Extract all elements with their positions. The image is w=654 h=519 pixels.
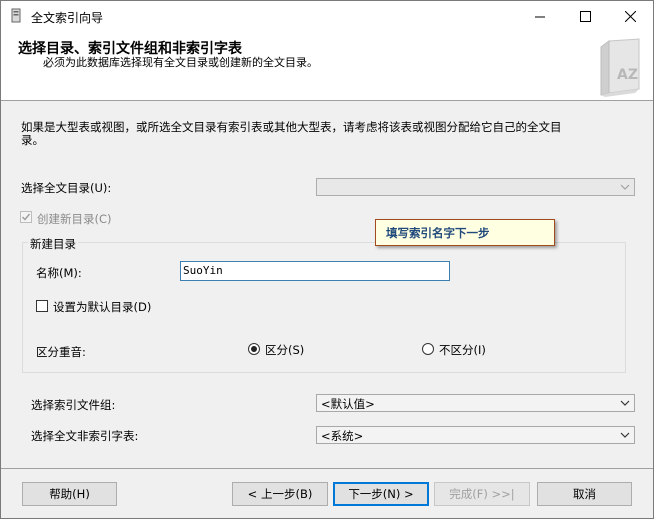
minimize-button[interactable] [518, 1, 563, 31]
close-icon [625, 10, 636, 22]
svg-text:AZ: AZ [617, 67, 638, 83]
default-catalog-label: 设置为默认目录(D) [53, 300, 152, 314]
maximize-icon [580, 10, 591, 22]
description-text: 如果是大型表或视图，或所选全文目录有索引表或其他大型表，请考虑将该表或视图分配给… [21, 120, 562, 147]
maximize-button[interactable] [563, 1, 608, 31]
help-button[interactable]: 帮助(H) [22, 482, 117, 506]
accent-insensitive-label: 不区分(I) [439, 343, 486, 357]
app-icon [11, 8, 21, 23]
cancel-button[interactable]: 取消 [537, 482, 632, 506]
wizard-window: 全文索引向导 选择目录、索引文件组和非索引字表 必须为此数据库选择现有全文目录或… [0, 0, 654, 519]
back-button[interactable]: < 上一步(B) [232, 482, 328, 506]
catalog-name-input[interactable]: SuoYin [180, 261, 450, 281]
checkmark-icon [21, 213, 31, 221]
page-subtitle: 必须为此数据库选择现有全文目录或创建新的全文目录。 [43, 56, 318, 69]
stoplist-label: 选择全文非索引字表: [31, 429, 139, 443]
finish-button[interactable]: 完成(F) >>| [434, 482, 530, 506]
name-label: 名称(M): [36, 266, 82, 280]
catalog-label: 选择全文目录(U): [21, 181, 112, 195]
footer-divider [1, 468, 653, 469]
book-az-icon: AZ [600, 38, 640, 97]
wizard-header: 选择目录、索引文件组和非索引字表 必须为此数据库选择现有全文目录或创建新的全文目… [1, 31, 653, 101]
create-new-checkbox[interactable] [20, 211, 32, 223]
stoplist-value: <系统> [321, 429, 364, 443]
stoplist-select[interactable]: <系统> [316, 426, 635, 444]
chevron-down-icon [620, 400, 630, 406]
chevron-down-icon [620, 432, 630, 438]
catalog-select[interactable] [316, 178, 635, 196]
group-title: 新建目录 [28, 236, 78, 252]
filegroup-select[interactable]: <默认值> [316, 394, 635, 412]
accent-insensitive-radio[interactable] [422, 343, 434, 355]
window-title: 全文索引向导 [31, 11, 104, 25]
filegroup-value: <默认值> [321, 397, 375, 411]
radio-selected-dot [251, 346, 257, 352]
accent-sensitive-radio[interactable] [248, 343, 260, 355]
next-button[interactable]: 下一步(N) > [333, 482, 429, 506]
close-button[interactable] [608, 1, 653, 31]
default-catalog-checkbox[interactable] [36, 300, 48, 312]
create-new-label: 创建新目录(C) [37, 212, 112, 226]
chevron-down-icon [620, 184, 630, 190]
annotation-tooltip: 填写索引名字下一步 [375, 219, 555, 246]
minimize-icon [535, 16, 545, 17]
title-bar[interactable]: 全文索引向导 [1, 1, 653, 31]
accent-label: 区分重音: [36, 345, 86, 359]
accent-sensitive-label: 区分(S) [265, 343, 305, 357]
filegroup-label: 选择索引文件组: [31, 398, 116, 412]
